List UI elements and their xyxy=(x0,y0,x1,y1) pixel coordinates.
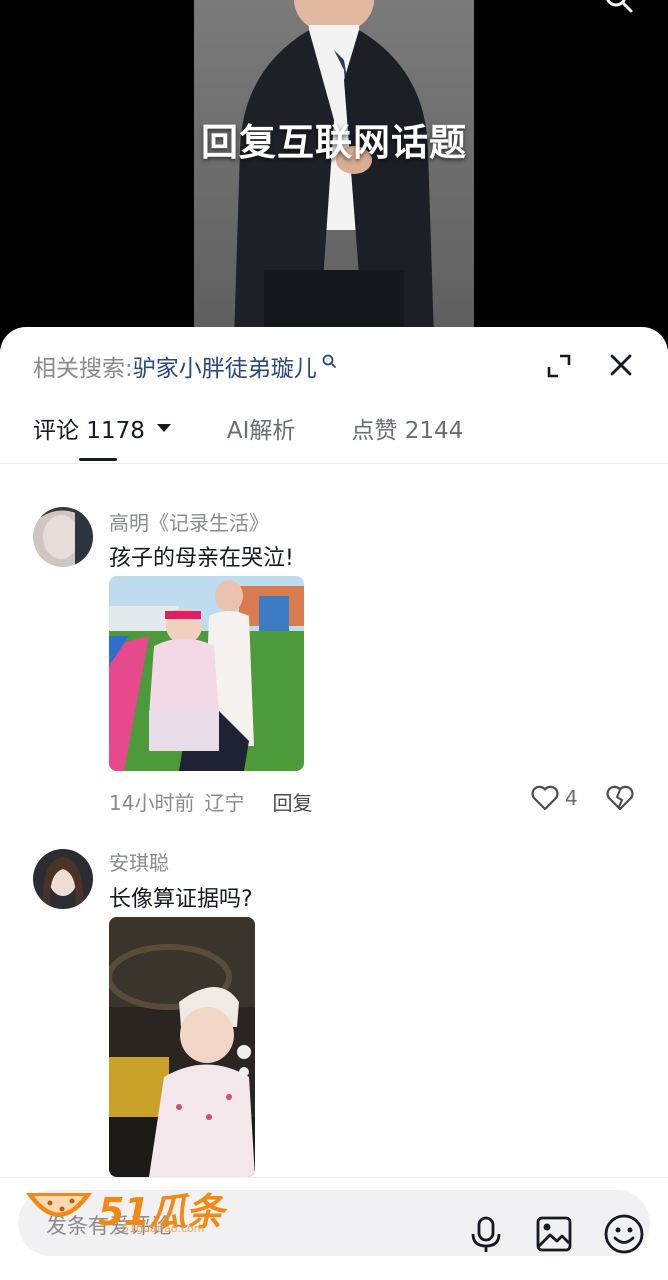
tab-ai-analysis[interactable]: AI解析 xyxy=(227,411,296,445)
tab-comments-label: 评论 1178 xyxy=(33,418,145,444)
like-count: 4 xyxy=(565,786,578,810)
comment-text: 长像算证据吗? xyxy=(109,887,253,912)
related-search[interactable]: 相关搜索: 驴家小胖徒弟璇儿 xyxy=(33,349,337,383)
like-button[interactable]: 4 xyxy=(531,785,578,811)
search-icon[interactable] xyxy=(604,0,634,14)
avatar[interactable] xyxy=(33,507,93,567)
comment-time: 14小时前 xyxy=(109,791,195,815)
tab-likes-label: 点赞 2144 xyxy=(351,418,464,444)
related-search-keyword[interactable]: 驴家小胖徒弟璇儿 xyxy=(133,349,317,383)
microphone-icon[interactable] xyxy=(466,1214,506,1254)
emoji-icon[interactable] xyxy=(603,1213,645,1255)
comment-text: 孩子的母亲在哭泣! xyxy=(109,546,294,571)
tab-likes[interactable]: 点赞 2144 xyxy=(351,411,463,445)
person-illustration xyxy=(234,0,434,340)
comment-image[interactable] xyxy=(109,917,255,1177)
video-caption: 回复互联网话题 xyxy=(201,121,467,164)
related-search-label: 相关搜索: xyxy=(33,356,133,382)
comment-location: 辽宁 xyxy=(204,791,245,815)
image-icon[interactable] xyxy=(535,1215,573,1253)
search-icon xyxy=(322,354,336,368)
heart-icon xyxy=(531,785,559,811)
comment-username[interactable]: 高明《记录生活》 xyxy=(109,507,269,536)
avatar[interactable] xyxy=(33,849,93,909)
watermelon-logo-icon xyxy=(26,1193,92,1217)
divider xyxy=(0,463,668,464)
expand-icon[interactable] xyxy=(546,353,572,379)
close-icon[interactable] xyxy=(607,351,635,379)
comment-username[interactable]: 安琪聪 xyxy=(109,847,169,876)
active-tab-indicator xyxy=(79,458,117,461)
tab-comments[interactable]: 评论 1178 xyxy=(33,411,171,445)
video-player[interactable]: 回复互联网话题 xyxy=(0,0,668,340)
comment-tabs: 评论 1178 AI解析 点赞 2144 xyxy=(33,411,519,445)
watermark: 51瓜条 51guatiao.com xyxy=(22,1179,232,1239)
video-frame xyxy=(194,0,474,340)
broken-heart-icon[interactable] xyxy=(606,785,634,811)
reply-button[interactable]: 回复 xyxy=(272,787,312,816)
tab-ai-analysis-label: AI解析 xyxy=(226,418,296,444)
watermark-url: 51guatiao.com xyxy=(122,1222,205,1235)
caret-down-icon[interactable] xyxy=(156,424,171,432)
comment-image[interactable] xyxy=(109,576,304,771)
comment-meta: 14小时前 辽宁 回复 xyxy=(109,787,312,816)
comment-sheet: 相关搜索: 驴家小胖徒弟璇儿 评论 1178 AI解析 点赞 2144 高明《记… xyxy=(0,327,668,1280)
